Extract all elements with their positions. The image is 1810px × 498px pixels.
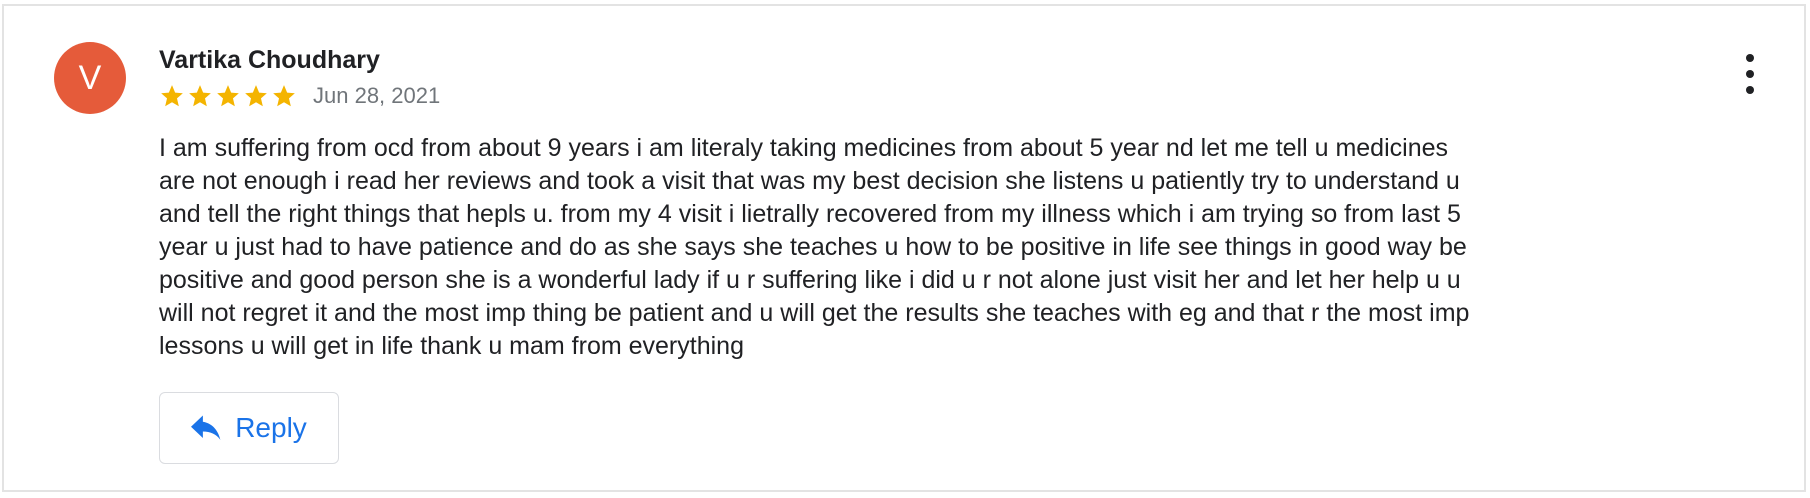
review-card: V Vartika Choudhary Jun 28, 2021 I am su… (2, 4, 1806, 492)
avatar[interactable]: V (54, 42, 126, 114)
reply-arrow-icon (191, 415, 221, 440)
more-vertical-icon (1746, 54, 1754, 62)
review-text: I am suffering from ocd from about 9 yea… (159, 134, 1470, 360)
more-vertical-icon (1746, 70, 1754, 78)
reply-button[interactable]: Reply (159, 392, 339, 464)
star-icon (217, 85, 239, 107)
star-icon (189, 85, 211, 107)
more-vertical-icon (1746, 86, 1754, 94)
star-icon (161, 85, 183, 107)
star-rating (159, 83, 297, 109)
star-icon (245, 85, 267, 107)
avatar-letter: V (78, 58, 102, 97)
reply-label: Reply (235, 412, 307, 443)
reviewer-name[interactable]: Vartika Choudhary (159, 46, 380, 75)
more-options-button[interactable] (1738, 54, 1762, 94)
star-icon (273, 85, 295, 107)
review-date: Jun 28, 2021 (313, 83, 441, 108)
rating-row: Jun 28, 2021 (159, 83, 440, 109)
